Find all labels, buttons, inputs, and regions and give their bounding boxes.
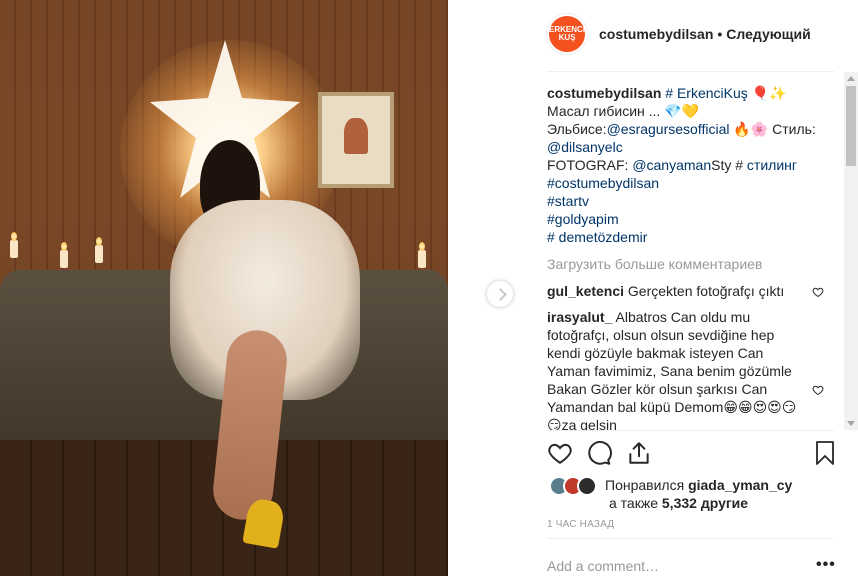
liker-avatars[interactable] xyxy=(549,476,603,498)
more-options-icon[interactable]: ••• xyxy=(816,557,836,573)
hashtag-link[interactable]: стилинг xyxy=(747,157,797,173)
divider xyxy=(547,430,834,431)
caption-line: Sty # xyxy=(711,157,747,173)
comment-like-heart-icon[interactable] xyxy=(812,286,824,298)
hashtag-link[interactable]: #costumebydilsan xyxy=(547,175,659,191)
comment-username[interactable]: irasyalut_ xyxy=(547,309,612,325)
caption-line: Масал гибисин ... 💎💛 xyxy=(547,103,700,119)
comment-like-heart-icon[interactable] xyxy=(812,384,824,396)
header-separator: • xyxy=(717,26,723,42)
likes-summary: Понравился giada_yman_cy а также 5,332 д… xyxy=(549,474,839,514)
caption-line: Эльбисе: xyxy=(547,121,607,137)
hashtag-link[interactable]: # ErkenciKuş xyxy=(665,85,747,101)
avatar[interactable]: ERKENCİ KUŞ xyxy=(547,14,587,54)
post-photo[interactable] xyxy=(0,0,448,576)
comment-icon[interactable] xyxy=(586,440,612,466)
comments-scrollbar[interactable] xyxy=(844,72,858,430)
photo-candle xyxy=(10,232,18,258)
post-header: ERKENCİ KUŞ costumebydilsan • Следующий xyxy=(547,12,811,56)
comments-area: costumebydilsan # ErkenciKuş 🎈✨ Масал ги… xyxy=(547,84,842,430)
bookmark-icon[interactable] xyxy=(813,440,837,466)
next-arrow-icon[interactable] xyxy=(486,280,514,308)
comment-item: irasyalut_ Albatros Can oldu mu fotoğraf… xyxy=(547,308,842,430)
action-bar xyxy=(547,440,837,468)
share-icon[interactable] xyxy=(626,440,652,466)
caption-line: 🔥🌸 Стиль: xyxy=(729,121,816,137)
scroll-up-arrow-icon[interactable] xyxy=(847,76,855,81)
comment-text: Albatros Can oldu mu fotoğrafçı, olsun o… xyxy=(547,309,797,430)
likes-count-line: а также 5,332 другие xyxy=(609,494,748,512)
likes-text: Понравился giada_yman_cy xyxy=(605,476,792,494)
photo-candle xyxy=(418,242,426,268)
comment-item: gul_ketenci Gerçekten fotoğrafçı çıktı xyxy=(547,282,842,300)
caption-line: FOTOGRAF: xyxy=(547,157,633,173)
hashtag-link[interactable]: # demetözdemir xyxy=(547,229,647,245)
avatar-logo-line2: KUŞ xyxy=(558,33,576,42)
likes-line2-prefix: а также xyxy=(609,495,662,511)
caption-username[interactable]: costumebydilsan xyxy=(547,85,661,101)
avatar xyxy=(577,476,597,496)
photo-candle xyxy=(95,237,103,263)
header-username[interactable]: costumebydilsan xyxy=(599,26,713,42)
scroll-down-arrow-icon[interactable] xyxy=(847,421,855,426)
scrollbar-thumb[interactable] xyxy=(846,86,856,166)
photo-candle xyxy=(60,242,68,268)
hashtag-link[interactable]: #goldyapim xyxy=(547,211,619,227)
caption: costumebydilsan # ErkenciKuş 🎈✨ Масал ги… xyxy=(547,84,842,246)
comment-text: Gerçekten fotoğrafçı çıktı xyxy=(627,283,785,299)
mention-link[interactable]: @esragursesofficial xyxy=(607,121,730,137)
likes-count[interactable]: 5,332 другие xyxy=(662,495,748,511)
likes-prefix: Понравился xyxy=(605,477,689,493)
mention-link[interactable]: @canyaman xyxy=(632,157,711,173)
photo-picture-frame xyxy=(318,92,394,188)
post-timestamp[interactable]: 1 час назад xyxy=(547,519,614,530)
comment-username[interactable]: gul_ketenci xyxy=(547,283,624,299)
liker-username[interactable]: giada_yman_cy xyxy=(688,477,792,493)
divider xyxy=(547,538,834,539)
divider xyxy=(547,71,834,72)
mention-link[interactable]: @dilsanyelc xyxy=(547,139,623,155)
heart-icon[interactable] xyxy=(547,440,573,466)
follow-button[interactable]: Следующий xyxy=(726,26,810,42)
add-comment-input[interactable]: Add a comment… xyxy=(547,558,659,574)
hashtag-link[interactable]: #startv xyxy=(547,193,589,209)
load-more-comments-button[interactable]: Загрузить больше комментариев xyxy=(547,255,842,273)
caption-emoji: 🎈✨ xyxy=(751,85,787,101)
